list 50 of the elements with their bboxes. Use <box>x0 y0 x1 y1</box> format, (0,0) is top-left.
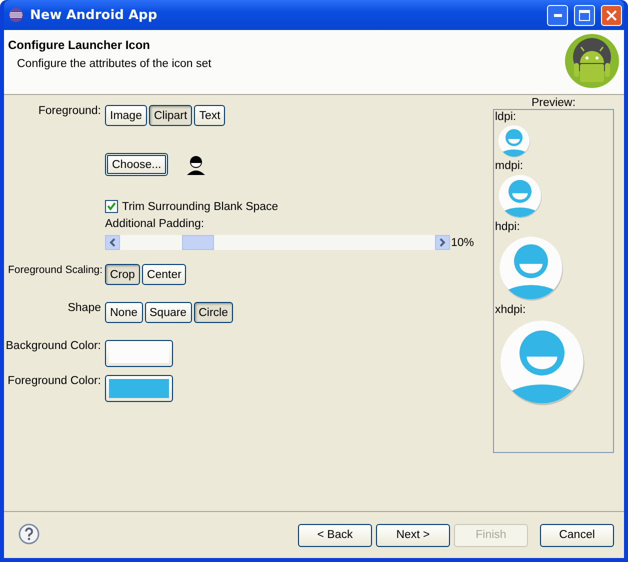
color-picker[interactable] <box>105 340 173 367</box>
app-icon <box>8 7 24 23</box>
close-icon <box>606 10 617 20</box>
choose-button[interactable]: Choose... <box>105 153 168 176</box>
color-picker[interactable] <box>105 375 173 402</box>
android-logo <box>564 33 620 89</box>
density-label: ldpi: <box>495 111 518 124</box>
window-title: New Android App <box>30 8 158 22</box>
dialog-button[interactable]: Next > <box>376 524 450 546</box>
padding-label: Additional Padding: <box>105 218 206 230</box>
chevron-right-icon <box>439 238 446 247</box>
minimize-button[interactable] <box>547 4 568 26</box>
background-color-label: Background Color: <box>4 340 102 354</box>
density-label: hdpi: <box>495 221 521 234</box>
toggle-button[interactable]: Center <box>142 264 186 285</box>
foreground-label: Foreground: <box>37 105 102 119</box>
page-title: Configure Launcher Icon <box>8 38 152 52</box>
person-icon <box>497 124 531 158</box>
minimize-icon <box>554 14 562 16</box>
toggle-button[interactable]: Text <box>194 105 226 126</box>
foreground-color-label: Foreground Color: <box>6 375 102 389</box>
shape-label: Shape <box>66 302 102 316</box>
padding-slider[interactable] <box>105 235 450 250</box>
chevron-left-icon <box>109 238 116 247</box>
density-label: xhdpi: <box>495 304 527 317</box>
maximize-icon <box>579 10 590 20</box>
dialog-button[interactable]: < Back <box>298 524 372 546</box>
toggle-button[interactable]: Clipart <box>148 105 192 126</box>
maximize-button[interactable] <box>574 4 595 26</box>
density-label: mdpi: <box>495 160 524 173</box>
toggle-button[interactable]: Circle <box>194 302 233 323</box>
toggle-button[interactable]: Image <box>105 105 147 126</box>
scroll-right-button[interactable] <box>435 235 450 250</box>
checkbox[interactable] <box>105 200 118 213</box>
dialog-button[interactable]: Cancel <box>540 524 614 546</box>
preview-title: Preview: <box>531 97 576 109</box>
person-icon <box>497 173 543 219</box>
page-description: Configure the attributes of the icon set <box>17 58 212 70</box>
padding-value: 10% <box>451 236 474 248</box>
toggle-button[interactable]: Crop <box>105 264 140 285</box>
person-icon <box>497 234 565 302</box>
person-icon <box>186 154 206 174</box>
slider-thumb[interactable] <box>182 235 214 250</box>
toggle-button[interactable]: Square <box>144 302 192 323</box>
help-icon[interactable] <box>18 522 40 544</box>
checkbox-label: Trim Surrounding Blank Space <box>122 200 278 212</box>
scaling-label: Foreground Scaling: <box>8 264 104 278</box>
scroll-left-button[interactable] <box>105 235 120 250</box>
toggle-button[interactable]: None <box>105 302 142 323</box>
close-button[interactable] <box>601 4 622 26</box>
